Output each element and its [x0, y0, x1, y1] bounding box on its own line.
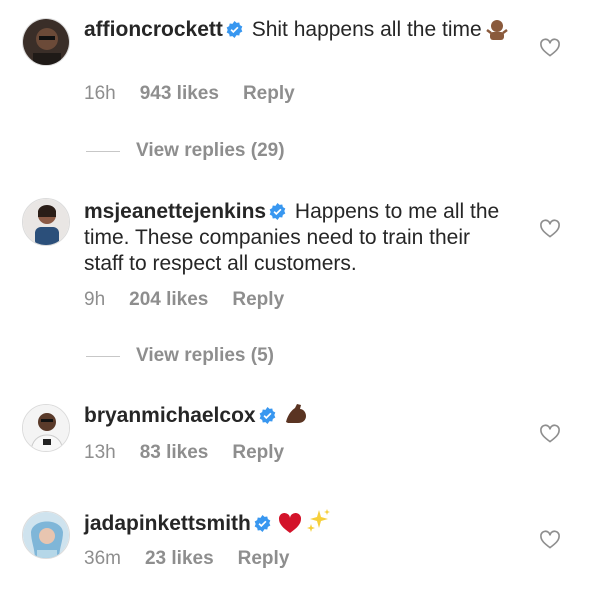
comment-username[interactable]: jadapinkettsmith	[84, 512, 251, 535]
comment-body: Shit happens all the time	[245, 18, 482, 41]
comment-text-block: bryanmichaelcox	[84, 402, 514, 429]
view-replies-label: View replies (5)	[136, 345, 274, 366]
verified-badge-icon	[259, 407, 275, 424]
reply-button[interactable]: Reply	[232, 289, 284, 310]
verified-badge-icon	[254, 515, 271, 532]
reply-button[interactable]: Reply	[232, 442, 284, 463]
like-heart-icon[interactable]	[539, 529, 561, 549]
sparkles-emoji	[306, 509, 330, 532]
comment-timestamp[interactable]: 13h	[84, 442, 116, 463]
reply-button[interactable]: Reply	[243, 83, 295, 104]
red-heart-emoji	[278, 512, 301, 533]
avatar[interactable]	[22, 404, 70, 452]
view-replies-divider	[86, 150, 120, 152]
person-shrugging-emoji	[485, 20, 508, 40]
like-heart-icon[interactable]	[539, 423, 561, 443]
avatar[interactable]	[22, 511, 70, 559]
avatar[interactable]	[22, 198, 70, 246]
comment-timestamp[interactable]: 9h	[84, 289, 105, 310]
comment-meta: 16h 943 likes Reply	[84, 83, 319, 105]
comment-text-block: msjeanettejenkins Happens to me all the …	[84, 199, 514, 277]
comment-meta: 9h 204 likes Reply	[84, 289, 308, 311]
comment-timestamp[interactable]: 16h	[84, 83, 116, 104]
view-replies-link[interactable]: View replies (5)	[86, 345, 274, 367]
reply-button[interactable]: Reply	[238, 548, 290, 569]
comment-text-block: affioncrockett Shit happens all the time	[84, 17, 514, 43]
comment-username[interactable]: msjeanettejenkins	[84, 200, 266, 223]
flexed-biceps-emoji	[285, 404, 306, 423]
like-heart-icon[interactable]	[539, 37, 561, 57]
comment-likes[interactable]: 83 likes	[140, 442, 209, 463]
comment-text-block: jadapinkettsmith	[84, 508, 514, 537]
comment-likes[interactable]: 943 likes	[140, 83, 219, 104]
avatar[interactable]	[22, 18, 70, 66]
view-replies-divider	[86, 355, 120, 357]
view-replies-link[interactable]: View replies (29)	[86, 140, 285, 162]
comment-likes[interactable]: 204 likes	[129, 289, 208, 310]
comment-username[interactable]: affioncrockett	[84, 18, 223, 41]
comment-meta: 13h 83 likes Reply	[84, 442, 308, 464]
comment-likes[interactable]: 23 likes	[145, 548, 214, 569]
comment-username[interactable]: bryanmichaelcox	[84, 404, 256, 427]
view-replies-label: View replies (29)	[136, 140, 285, 161]
comment-timestamp[interactable]: 36m	[84, 548, 121, 569]
comment-meta: 36m 23 likes Reply	[84, 548, 313, 570]
verified-badge-icon	[269, 203, 286, 220]
verified-badge-icon	[226, 21, 243, 38]
like-heart-icon[interactable]	[539, 218, 561, 238]
